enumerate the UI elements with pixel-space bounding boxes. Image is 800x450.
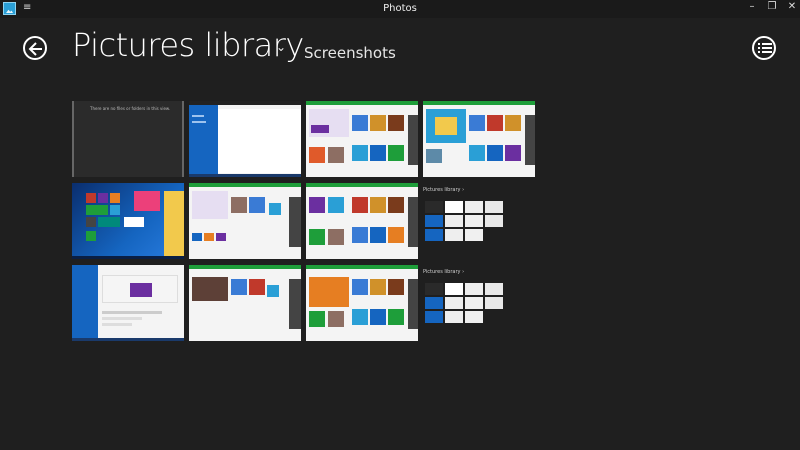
photo-thumbnail[interactable]: Pictures library › (423, 183, 535, 259)
folder-subtitle: Screenshots (304, 44, 396, 62)
title-bar: ≡ Photos – ❐ ✕ (0, 0, 800, 18)
minimize-button[interactable]: – (744, 1, 760, 12)
nested-library-label: Pictures library › (423, 187, 465, 193)
restore-button[interactable]: ❐ (764, 1, 780, 12)
photo-thumbnail[interactable] (306, 101, 418, 177)
empty-folder-text: There are no files or folders in this vi… (90, 106, 171, 111)
photo-thumbnail[interactable] (306, 183, 418, 259)
close-button[interactable]: ✕ (784, 1, 800, 12)
window-title: Photos (383, 3, 417, 14)
photo-thumbnail[interactable] (189, 101, 301, 177)
photo-thumbnail[interactable] (72, 183, 184, 259)
chevron-down-icon[interactable]: ⌄ (276, 40, 286, 54)
page-title[interactable]: Pictures library (72, 26, 304, 64)
photo-thumbnail[interactable]: There are no files or folders in this vi… (72, 101, 184, 177)
photo-thumbnail[interactable] (306, 265, 418, 341)
photo-thumbnail[interactable] (423, 101, 535, 177)
back-button[interactable] (23, 36, 47, 60)
photo-thumbnail[interactable] (189, 265, 301, 341)
photo-thumbnail[interactable] (189, 183, 301, 259)
select-button[interactable] (752, 36, 776, 60)
photo-thumbnail[interactable]: Pictures library › (423, 265, 535, 341)
nested-library-label: Pictures library › (423, 269, 465, 275)
list-select-icon (758, 43, 772, 53)
back-arrow-icon (28, 42, 42, 56)
photo-thumbnail[interactable] (72, 265, 184, 341)
